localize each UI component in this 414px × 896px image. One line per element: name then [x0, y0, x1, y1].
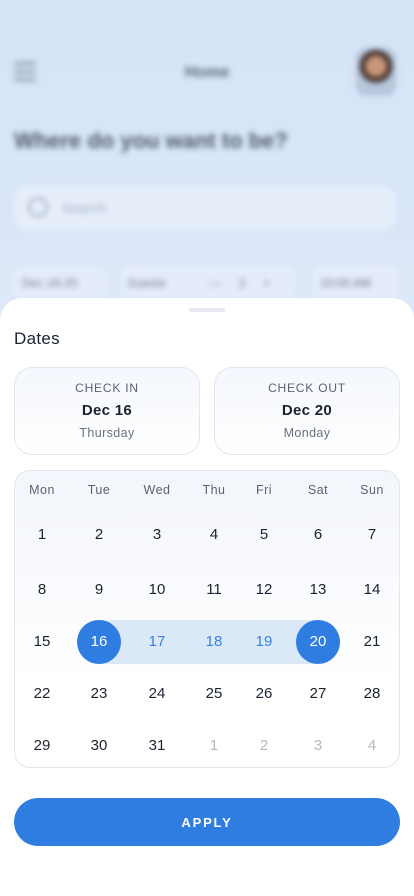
calendar-day[interactable]: 17	[137, 632, 177, 652]
weekday-header: Thu	[202, 483, 226, 497]
page-heading: Where do you want to be?	[14, 128, 288, 153]
check-out-date: Dec 20	[281, 402, 333, 419]
calendar-day[interactable]: 16	[79, 632, 119, 652]
calendar-day[interactable]: 18	[194, 632, 234, 652]
calendar-day[interactable]: 29	[22, 736, 62, 756]
calendar-day[interactable]: 26	[244, 684, 284, 704]
calendar-day[interactable]: 7	[352, 525, 392, 545]
check-in-day: Thursday	[79, 426, 135, 440]
calendar-day[interactable]: 28	[352, 684, 392, 704]
calendar-day[interactable]: 10	[137, 580, 177, 600]
calendar-day[interactable]: 6	[298, 525, 338, 545]
check-in-date: Dec 16	[81, 402, 133, 419]
calendar-day[interactable]: 30	[79, 736, 119, 756]
calendar-day[interactable]: 22	[22, 684, 62, 704]
search-placeholder: Search	[62, 200, 107, 216]
apply-button[interactable]: APPLY	[14, 798, 400, 846]
calendar-day[interactable]: 4	[194, 525, 234, 545]
calendar-day[interactable]: 8	[22, 580, 62, 600]
check-in-label: CHECK IN	[75, 381, 139, 395]
calendar-day-outside-month[interactable]: 3	[298, 736, 338, 756]
calendar-day[interactable]: 15	[22, 632, 62, 652]
calendar-day-outside-month[interactable]: 1	[194, 736, 234, 756]
calendar-day-outside-month[interactable]: 2	[244, 736, 284, 756]
calendar-day[interactable]: 13	[298, 580, 338, 600]
calendar-day[interactable]: 2	[79, 525, 119, 545]
weekday-header: Mon	[29, 483, 55, 497]
calendar-day-outside-month[interactable]: 4	[352, 736, 392, 756]
calendar-day[interactable]: 14	[352, 580, 392, 600]
weekday-header: Sat	[307, 483, 329, 497]
guests-count: 2	[238, 276, 246, 290]
calendar-day[interactable]: 24	[137, 684, 177, 704]
weekday-header: Fri	[255, 483, 273, 497]
calendar-day[interactable]: 12	[244, 580, 284, 600]
calendar-day[interactable]: 25	[194, 684, 234, 704]
guests-chip: Guests — 2 +	[120, 266, 296, 300]
search-input: Search	[14, 186, 396, 230]
calendar-day[interactable]: 5	[244, 525, 284, 545]
sheet-drag-handle[interactable]	[189, 308, 225, 312]
dates-chip: Dec 16-20	[14, 266, 106, 300]
calendar-grid	[14, 470, 400, 768]
calendar-day[interactable]: 3	[137, 525, 177, 545]
search-icon	[28, 197, 48, 217]
calendar-day[interactable]: 20	[298, 632, 338, 652]
check-out-day: Monday	[283, 426, 331, 440]
sheet-title: Dates	[14, 329, 60, 348]
weekday-header: Wed	[143, 483, 171, 497]
calendar-day[interactable]: 21	[352, 632, 392, 652]
calendar-day[interactable]: 1	[22, 525, 62, 545]
calendar-day[interactable]: 27	[298, 684, 338, 704]
background-page: Home Where do you want to be? Search Dec…	[0, 0, 414, 340]
guests-plus: +	[262, 276, 270, 290]
page-title: Home	[184, 64, 230, 81]
calendar-day[interactable]: 19	[244, 632, 284, 652]
guests-minus: —	[209, 276, 222, 290]
time-chip: 10:00 AM	[312, 266, 398, 300]
calendar-day[interactable]: 23	[79, 684, 119, 704]
calendar-day[interactable]: 9	[79, 580, 119, 600]
weekday-header: Sun	[360, 483, 384, 497]
calendar-day[interactable]: 31	[137, 736, 177, 756]
weekday-header: Tue	[87, 483, 111, 497]
check-out-label: CHECK OUT	[268, 381, 346, 395]
dates-bottom-sheet: Dates CHECK IN Dec 16 Thursday CHECK OUT…	[0, 298, 414, 896]
check-in-card[interactable]: CHECK IN Dec 16 Thursday	[14, 367, 200, 455]
avatar	[356, 48, 396, 96]
guests-label: Guests	[128, 276, 167, 290]
check-out-card[interactable]: CHECK OUT Dec 20 Monday	[214, 367, 400, 455]
calendar-day[interactable]: 11	[194, 580, 234, 600]
